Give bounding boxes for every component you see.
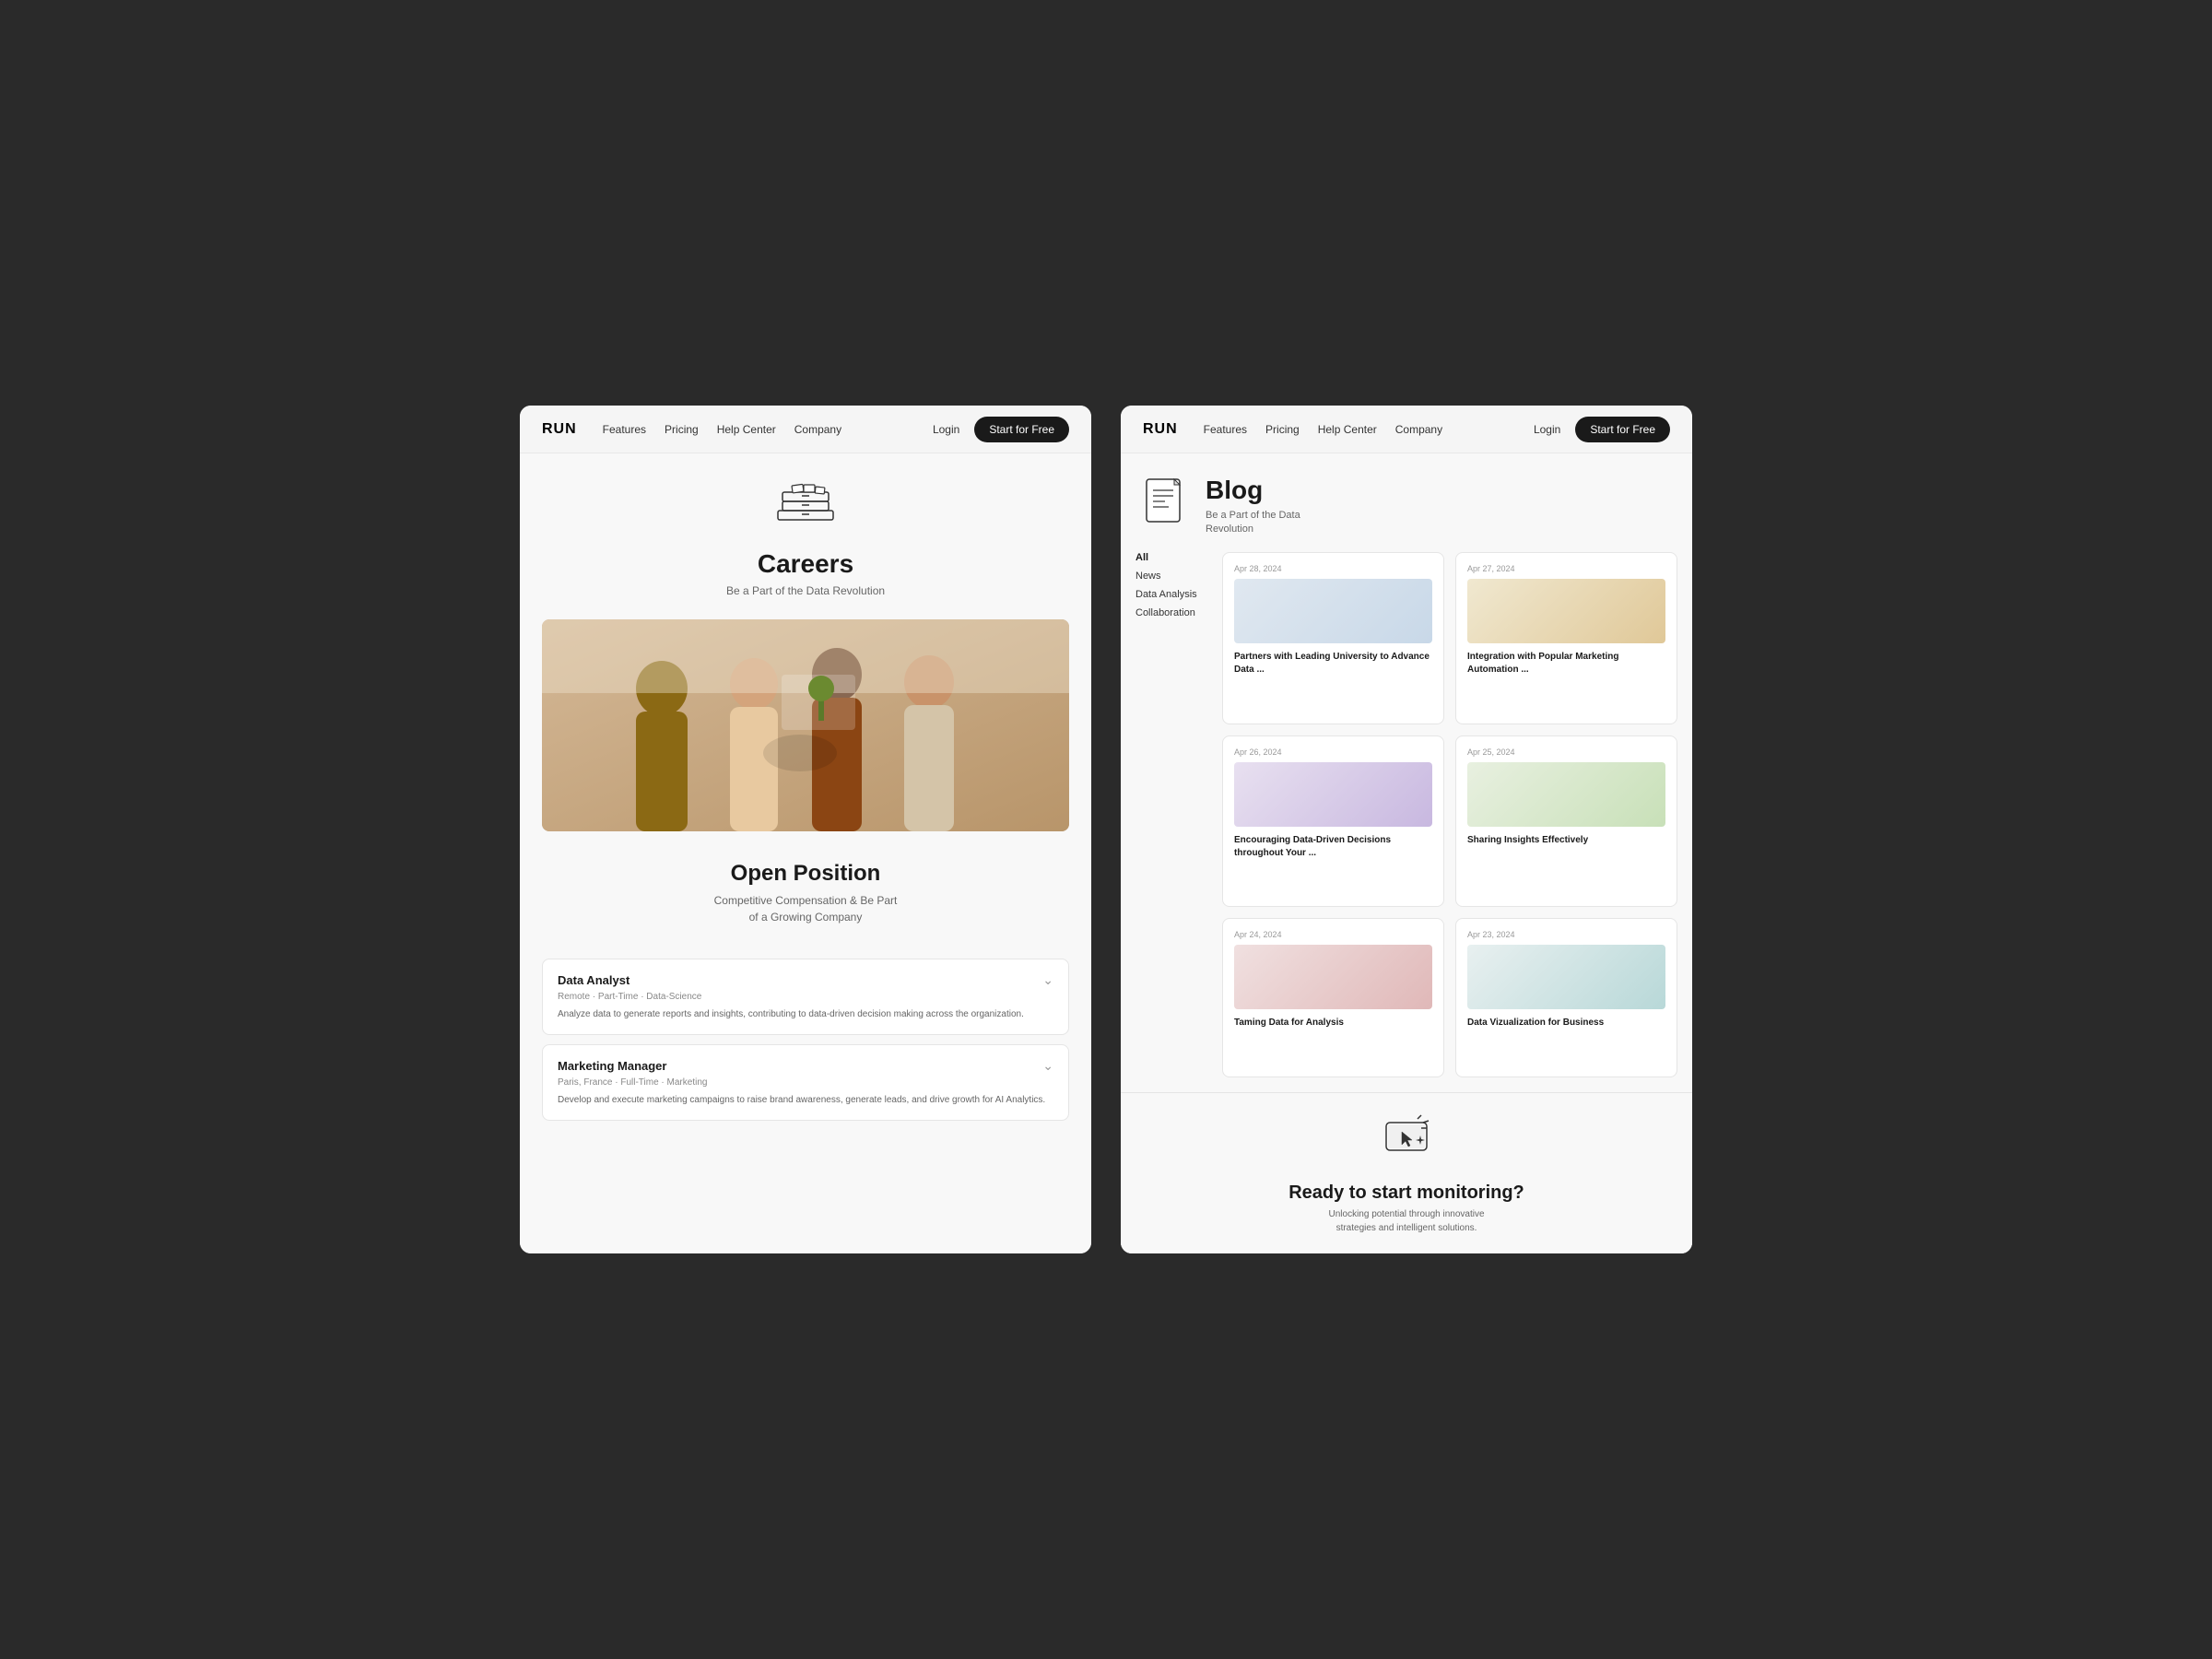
blog-card[interactable]: Apr 27, 2024 Integration with Popular Ma… xyxy=(1455,552,1677,724)
expand-icon[interactable]: ⌄ xyxy=(1042,1058,1053,1074)
job-header: Marketing Manager ⌄ xyxy=(558,1058,1053,1074)
blog-card-date: Apr 25, 2024 xyxy=(1467,747,1665,757)
filter-all[interactable]: All xyxy=(1135,552,1207,563)
expand-icon[interactable]: ⌄ xyxy=(1042,972,1053,988)
nav-features[interactable]: Features xyxy=(1204,423,1247,436)
nav-right: Login Start for Free xyxy=(1534,417,1670,442)
careers-title: Careers xyxy=(758,549,853,579)
blog-card[interactable]: Apr 23, 2024 Data Vizualization for Busi… xyxy=(1455,918,1677,1077)
team-photo xyxy=(542,619,1069,831)
blog-card-date: Apr 26, 2024 xyxy=(1234,747,1432,757)
job-header: Data Analyst ⌄ xyxy=(558,972,1053,988)
open-positions-title: Open Position xyxy=(557,861,1054,887)
blog-title-area: Blog Be a Part of the Data Revolution xyxy=(1206,476,1670,537)
job-title: Data Analyst xyxy=(558,973,629,987)
open-positions-subtitle: Competitive Compensation & Be Part of a … xyxy=(557,892,1054,925)
nav-company[interactable]: Company xyxy=(1395,423,1445,436)
logo[interactable]: RUN xyxy=(542,421,577,438)
blog-card-image xyxy=(1467,762,1665,827)
blog-card[interactable]: Apr 26, 2024 Encouraging Data-Driven Dec… xyxy=(1222,735,1444,908)
blog-page: RUN Features Pricing Help Center Company… xyxy=(1121,406,1692,1253)
job-listings: Data Analyst ⌄ Remote · Part-Time · Data… xyxy=(520,944,1091,1145)
monitor-icon xyxy=(1379,1112,1434,1167)
careers-content: Careers Be a Part of the Data Revolution xyxy=(520,453,1091,1253)
blog-card-title: Sharing Insights Effectively xyxy=(1467,834,1665,847)
filter-collaboration[interactable]: Collaboration xyxy=(1135,607,1207,618)
job-item[interactable]: Data Analyst ⌄ Remote · Part-Time · Data… xyxy=(542,959,1069,1035)
open-positions-header: Open Position Competitive Compensation &… xyxy=(520,831,1091,944)
filing-cabinet-icon xyxy=(769,483,842,538)
careers-hero: Careers Be a Part of the Data Revolution xyxy=(520,453,1091,619)
logo[interactable]: RUN xyxy=(1143,421,1178,438)
blog-body: All News Data Analysis Collaboration Apr… xyxy=(1121,552,1692,1092)
navbar: RUN Features Pricing Help Center Company… xyxy=(1121,406,1692,453)
careers-page: RUN Features Pricing Help Center Company… xyxy=(520,406,1091,1253)
blog-subtitle: Be a Part of the Data Revolution xyxy=(1206,509,1670,537)
filter-news[interactable]: News xyxy=(1135,571,1207,582)
blog-grid: Apr 28, 2024 Partners with Leading Unive… xyxy=(1222,552,1692,1092)
nav-features[interactable]: Features xyxy=(603,423,646,436)
navbar: RUN Features Pricing Help Center Company… xyxy=(520,406,1091,453)
blog-card-date: Apr 27, 2024 xyxy=(1467,564,1665,573)
blog-title: Blog xyxy=(1206,476,1670,505)
blog-card-title: Data Vizualization for Business xyxy=(1467,1017,1665,1030)
job-item[interactable]: Marketing Manager ⌄ Paris, France · Full… xyxy=(542,1044,1069,1121)
nav-help-center[interactable]: Help Center xyxy=(1318,423,1377,436)
blog-card[interactable]: Apr 24, 2024 Taming Data for Analysis xyxy=(1222,918,1444,1077)
nav-help-center[interactable]: Help Center xyxy=(717,423,776,436)
nav-company[interactable]: Company xyxy=(794,423,844,436)
job-description: Develop and execute marketing campaigns … xyxy=(558,1093,1053,1107)
blog-card-image xyxy=(1467,579,1665,643)
job-tags: Paris, France · Full-Time · Marketing xyxy=(558,1077,1053,1088)
blog-card-title: Partners with Leading University to Adva… xyxy=(1234,651,1432,677)
blog-card-title: Integration with Popular Marketing Autom… xyxy=(1467,651,1665,677)
blog-icon-area xyxy=(1143,476,1187,537)
job-description: Analyze data to generate reports and ins… xyxy=(558,1007,1053,1021)
blog-card-title: Encouraging Data-Driven Decisions throug… xyxy=(1234,834,1432,860)
blog-card-image xyxy=(1234,945,1432,1009)
nav-login[interactable]: Login xyxy=(933,423,959,436)
blog-card[interactable]: Apr 25, 2024 Sharing Insights Effectivel… xyxy=(1455,735,1677,908)
blog-card-image xyxy=(1234,762,1432,827)
blog-card[interactable]: Apr 28, 2024 Partners with Leading Unive… xyxy=(1222,552,1444,724)
blog-cta-title: Ready to start monitoring? xyxy=(1143,1182,1670,1204)
blog-card-title: Taming Data for Analysis xyxy=(1234,1017,1432,1030)
nav-pricing[interactable]: Pricing xyxy=(665,423,699,436)
blog-card-date: Apr 23, 2024 xyxy=(1467,930,1665,939)
nav-links: Features Pricing Help Center Company xyxy=(603,423,933,436)
job-title: Marketing Manager xyxy=(558,1059,666,1073)
blog-sidebar: All News Data Analysis Collaboration xyxy=(1121,552,1222,1092)
nav-links: Features Pricing Help Center Company xyxy=(1204,423,1534,436)
blog-cta: Ready to start monitoring? Unlocking pot… xyxy=(1121,1092,1692,1253)
careers-subtitle: Be a Part of the Data Revolution xyxy=(726,584,885,597)
nav-pricing[interactable]: Pricing xyxy=(1265,423,1300,436)
start-free-button[interactable]: Start for Free xyxy=(974,417,1069,442)
job-tags: Remote · Part-Time · Data-Science xyxy=(558,992,1053,1002)
blog-card-date: Apr 24, 2024 xyxy=(1234,930,1432,939)
start-free-button[interactable]: Start for Free xyxy=(1575,417,1670,442)
blog-card-image xyxy=(1467,945,1665,1009)
blog-content: Blog Be a Part of the Data Revolution Al… xyxy=(1121,453,1692,1253)
blog-cta-subtitle: Unlocking potential through innovative s… xyxy=(1143,1207,1670,1235)
nav-login[interactable]: Login xyxy=(1534,423,1560,436)
nav-right: Login Start for Free xyxy=(933,417,1069,442)
blog-card-image xyxy=(1234,579,1432,643)
blog-hero: Blog Be a Part of the Data Revolution xyxy=(1121,453,1692,552)
document-icon xyxy=(1143,476,1187,527)
blog-card-date: Apr 28, 2024 xyxy=(1234,564,1432,573)
filter-data-analysis[interactable]: Data Analysis xyxy=(1135,589,1207,600)
